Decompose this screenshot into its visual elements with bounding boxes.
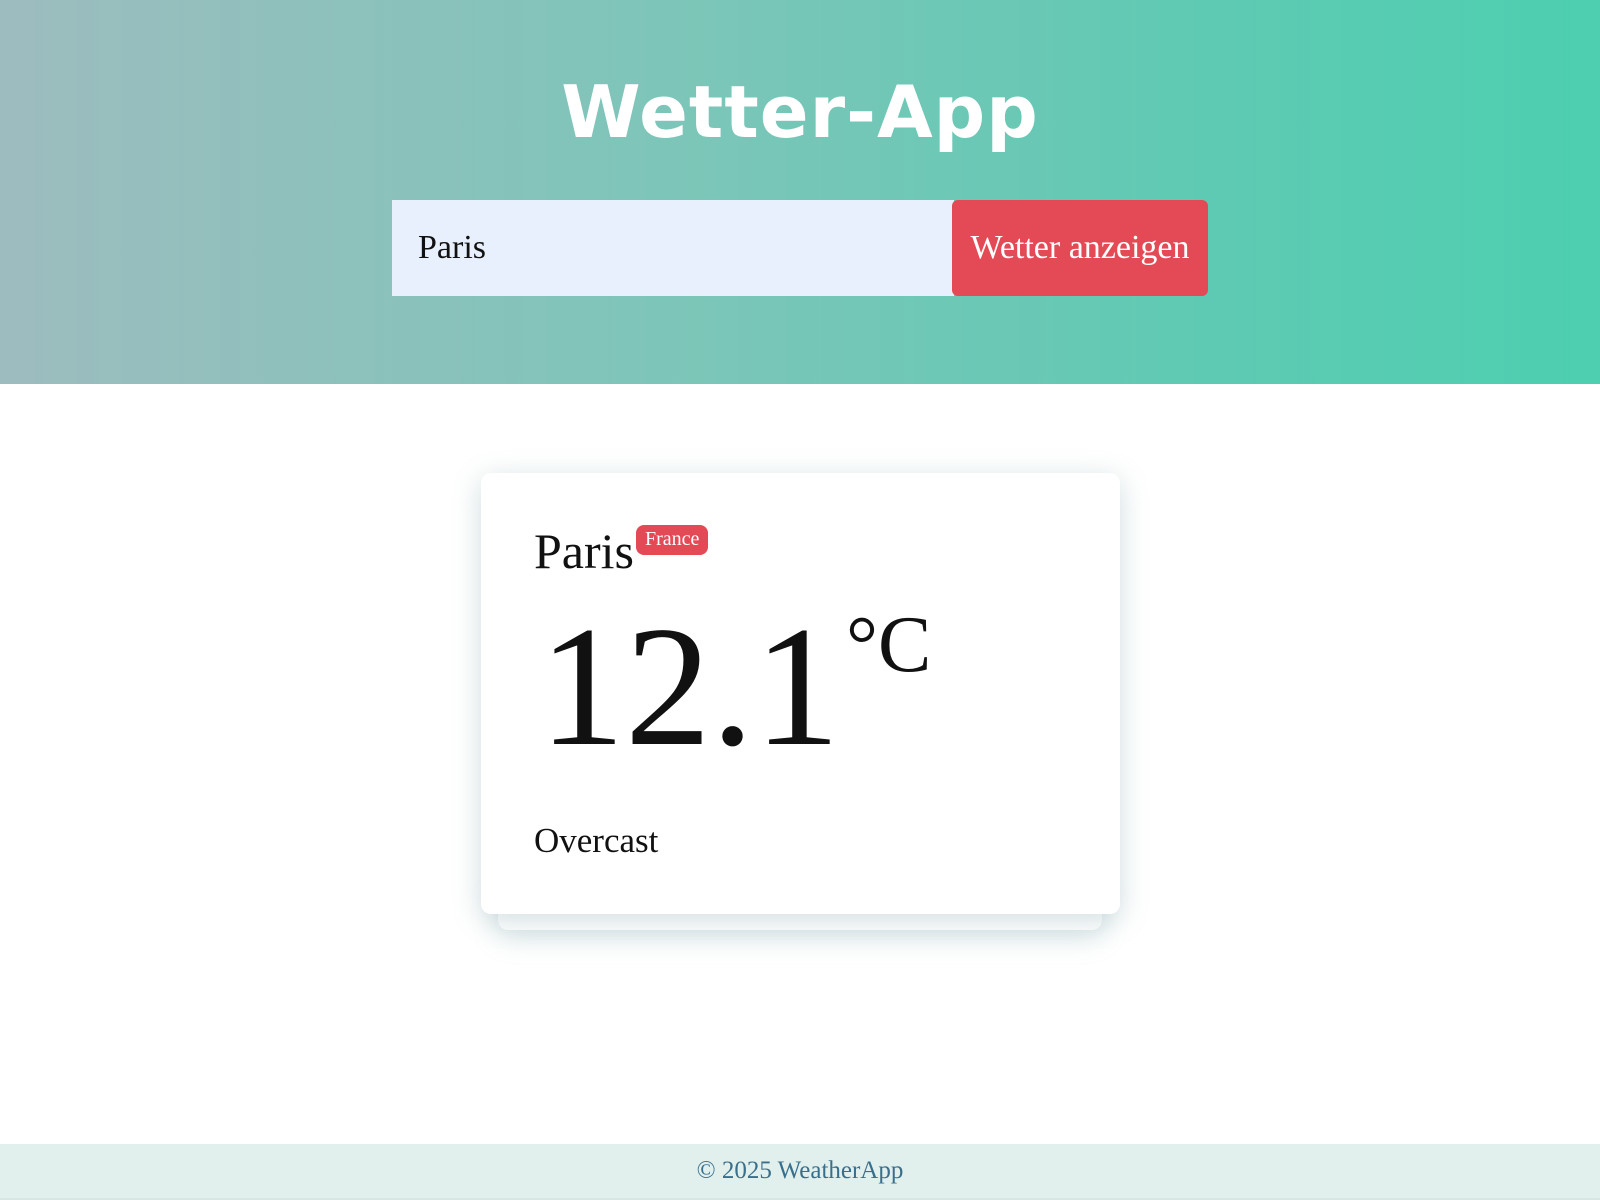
city-line: Paris France [534, 523, 709, 579]
country-badge: France [636, 525, 709, 555]
temperature-unit: °C [846, 601, 932, 689]
temperature-display: 12.1 °C [539, 601, 931, 773]
temperature-value: 12.1 [539, 592, 840, 782]
search-bar: Wetter anzeigen [392, 200, 1208, 296]
city-search-input[interactable] [392, 200, 954, 296]
footer: © 2025 WeatherApp [0, 1144, 1600, 1200]
weather-card: Paris France 12.1 °C Overcast [481, 473, 1120, 914]
show-weather-button[interactable]: Wetter anzeigen [952, 200, 1208, 296]
city-name: Paris [534, 523, 634, 579]
weather-condition: Overcast [534, 821, 659, 860]
app-title: Wetter-App [561, 70, 1039, 154]
header: Wetter-App Wetter anzeigen [0, 0, 1600, 384]
footer-copyright: © 2025 WeatherApp [696, 1157, 904, 1184]
